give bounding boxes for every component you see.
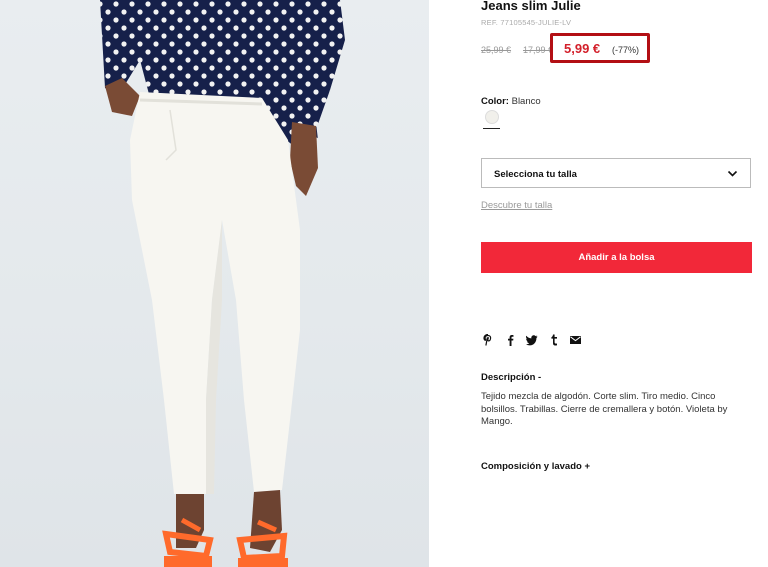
chevron-down-icon [727,170,738,177]
composition-toggle[interactable]: Composición y lavado + [481,461,590,472]
size-select[interactable]: Selecciona tu talla [481,158,751,188]
color-label: Color: Blanco [481,96,541,107]
discount-badge: (-77%) [612,45,640,55]
product-title: Jeans slim Julie [481,0,581,13]
email-icon[interactable] [569,334,582,347]
color-label-value: Blanco [511,96,541,107]
composition-heading: Composición y lavado [481,461,582,472]
size-select-label: Selecciona tu talla [494,169,577,180]
size-guide-link[interactable]: Descubre tu talla [481,200,552,211]
original-price: 25,99 € [481,45,512,55]
share-bar [481,333,582,347]
add-to-bag-button[interactable]: Añadir a la bolsa [481,242,752,273]
color-swatch-blanco[interactable] [485,110,499,124]
collapse-icon: - [538,372,542,383]
product-image[interactable] [0,0,429,567]
model-illustration [100,0,345,567]
description-toggle[interactable]: Descripción - [481,372,541,383]
sale-price: 5,99 € [564,41,601,56]
tumblr-icon[interactable] [547,334,560,347]
twitter-icon[interactable] [525,334,538,347]
description-heading: Descripción [481,372,536,383]
expand-icon: + [584,461,591,472]
pinterest-icon[interactable] [481,334,494,347]
previous-price: 17,99 € [523,45,554,55]
description-text: Tejido mezcla de algodón. Corte slim. Ti… [481,391,728,427]
product-reference: REF. 77105545-JULIE-LV [481,18,572,27]
selected-swatch-indicator [483,128,500,129]
color-label-key: Color: [481,96,509,107]
facebook-icon[interactable] [503,334,516,347]
